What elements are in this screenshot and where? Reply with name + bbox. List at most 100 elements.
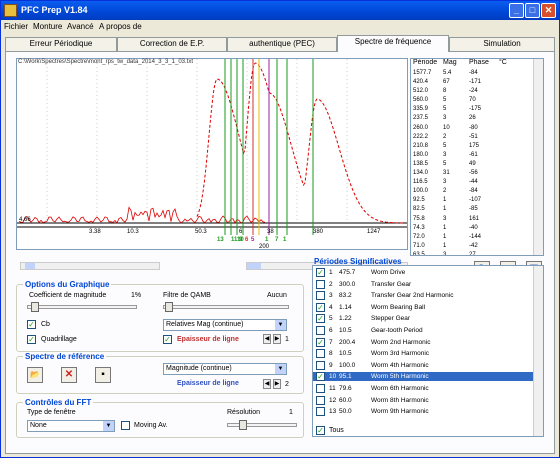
- magnitude-slider[interactable]: [27, 305, 137, 309]
- spectrum-graph[interactable]: C:\Work\Spectres\Spectre\mont_rps_tw_dat…: [16, 58, 408, 250]
- periode-row[interactable]: ✓ 7 200.4 Worm 2nd Harmonic: [313, 337, 535, 347]
- import-icon[interactable]: 📂: [27, 367, 43, 383]
- epaisseur-spin-right[interactable]: ▶: [273, 334, 281, 344]
- quadrillage-checkbox[interactable]: ✓: [27, 335, 36, 344]
- table-row[interactable]: 237.5 3 26: [411, 114, 543, 123]
- table-row[interactable]: 138.5 5 49: [411, 160, 543, 169]
- table-row[interactable]: 63.5 3 27: [411, 251, 543, 255]
- table-row[interactable]: 1577.7 5.4 -84: [411, 69, 543, 78]
- periode-checkbox[interactable]: ✓: [316, 372, 325, 382]
- periode-checkbox[interactable]: [316, 360, 325, 370]
- table-cell: 26: [469, 115, 476, 122]
- periode-row[interactable]: 8 10.5 Worm 3rd Harmonic: [313, 349, 535, 359]
- cb-checkbox[interactable]: ✓: [27, 320, 36, 329]
- cb-label: Cb: [41, 321, 50, 328]
- spectre-spin-left[interactable]: ◀: [263, 379, 271, 389]
- periode-checkbox[interactable]: ✓: [316, 302, 325, 312]
- table-cell: -171: [469, 79, 482, 86]
- periode-checkbox[interactable]: ✓: [316, 337, 325, 347]
- filtre-value: Aucun: [267, 292, 287, 299]
- filtre-slider[interactable]: [163, 305, 289, 309]
- magnitude-thumb[interactable]: [31, 302, 39, 312]
- tab-1[interactable]: Correction de E.P.: [117, 37, 227, 51]
- fenetre-select[interactable]: None ▼: [27, 420, 115, 432]
- periode-row[interactable]: ✓ 10 95.1 Worm 5th Harmonic: [313, 372, 535, 382]
- close-button[interactable]: ✕: [541, 3, 556, 18]
- periode-row[interactable]: 2 300.0 Transfer Gear: [313, 279, 535, 289]
- table-row[interactable]: 82.5 1 -85: [411, 205, 543, 214]
- menu-fichier[interactable]: Fichier: [4, 22, 28, 31]
- table-cell: [499, 205, 525, 214]
- periode-d: Worm 8th Harmonic: [371, 396, 429, 404]
- periode-checkbox[interactable]: ✓: [316, 268, 325, 277]
- periode-checkbox[interactable]: [316, 326, 325, 335]
- spectre-select[interactable]: Magnitude (continue) ▼: [163, 363, 287, 375]
- table-cell: [499, 187, 525, 196]
- periode-checkbox[interactable]: [316, 349, 325, 359]
- table-row[interactable]: 71.0 1 -42: [411, 242, 543, 251]
- table-row[interactable]: 92.5 1 -107: [411, 196, 543, 205]
- table-cell: 5: [443, 160, 447, 167]
- periode-checkbox[interactable]: [316, 384, 325, 393]
- graph-hscroll-left[interactable]: [20, 262, 160, 270]
- periode-row[interactable]: 13 50.0 Worm 9th Harmonic: [313, 407, 535, 417]
- periodes-vscroll[interactable]: [533, 266, 543, 436]
- epaisseur-checkbox[interactable]: ✓: [163, 335, 172, 344]
- table-row[interactable]: 180.0 3 -61: [411, 151, 543, 160]
- periode-row[interactable]: 9 100.0 Worm 4th Harmonic: [313, 360, 535, 370]
- maximize-button[interactable]: □: [525, 3, 540, 18]
- spectre-ref-group: Spectre de référence 📂 ✕ ▪ Magnitude (co…: [16, 352, 304, 394]
- resolution-thumb[interactable]: [239, 420, 247, 430]
- periode-row[interactable]: ✓ 5 1.22 Stepper Gear: [313, 314, 535, 324]
- marker-label: 1: [265, 237, 269, 243]
- disk-icon[interactable]: ▪: [95, 367, 111, 383]
- periode-row[interactable]: 6 10.5 Gear-tooth Period: [313, 326, 535, 335]
- table-row[interactable]: 260.0 10 -80: [411, 124, 543, 133]
- table-row[interactable]: 512.0 8 -24: [411, 87, 543, 96]
- periode-row[interactable]: ✓ 1 475.7 Worm Drive: [313, 268, 535, 277]
- table-cell: [499, 196, 525, 205]
- x-tick-label: 50.3: [195, 229, 207, 235]
- filtre-thumb[interactable]: [165, 302, 173, 312]
- periode-checkbox[interactable]: [316, 407, 325, 417]
- periode-checkbox[interactable]: [316, 395, 325, 405]
- table-row[interactable]: 335.9 5 -175: [411, 105, 543, 114]
- relative-select[interactable]: Relatives Mag (continue) ▼: [163, 319, 287, 331]
- table-row[interactable]: 75.8 3 161: [411, 215, 543, 224]
- table-row[interactable]: 210.8 5 175: [411, 142, 543, 151]
- periode-row[interactable]: 11 79.6 Worm 6th Harmonic: [313, 384, 535, 393]
- periode-row[interactable]: ✓ 4 1.14 Worm Bearing Ball: [313, 302, 535, 312]
- tab-4[interactable]: Simulation: [449, 37, 555, 51]
- moving-checkbox[interactable]: [121, 421, 130, 430]
- periode-row[interactable]: 3 83.2 Transfer Gear 2nd Harmonic: [313, 291, 535, 301]
- periode-checkbox[interactable]: ✓: [316, 314, 325, 324]
- tab-0[interactable]: Erreur Périodique: [5, 37, 117, 51]
- table-row[interactable]: 420.4 67 -171: [411, 78, 543, 87]
- title-bar[interactable]: PFC Prep V1.84 _ □ ✕: [1, 1, 559, 20]
- period-list[interactable]: Période Mag Phase °C 1577.7 5.4 -84 420.4 67 -17…: [410, 58, 544, 256]
- menu-monture[interactable]: Monture: [33, 22, 62, 31]
- delete-icon[interactable]: ✕: [61, 367, 77, 383]
- spectre-spin-right[interactable]: ▶: [273, 379, 281, 389]
- tab-2[interactable]: authentique (PEC): [227, 37, 337, 51]
- periode-row[interactable]: 12 60.0 Worm 8th Harmonic: [313, 395, 535, 405]
- periode-checkbox[interactable]: [316, 279, 325, 289]
- tab-3[interactable]: Spectre de fréquence: [337, 35, 449, 52]
- periodes-list[interactable]: ✓ 1 475.7 Worm Drive 2 300.0 Transfer Gear 3 83.…: [312, 265, 544, 437]
- menu-apropos[interactable]: A propos de: [99, 22, 142, 31]
- table-row[interactable]: 74.3 1 -40: [411, 224, 543, 233]
- minimize-button[interactable]: _: [509, 3, 524, 18]
- table-row[interactable]: 72.0 1 -144: [411, 233, 543, 242]
- list-vscroll[interactable]: [533, 59, 543, 255]
- table-row[interactable]: 560.0 5 70: [411, 96, 543, 105]
- table-row[interactable]: 134.0 31 -56: [411, 169, 543, 178]
- epaisseur-spin-left[interactable]: ◀: [263, 334, 271, 344]
- table-row[interactable]: 222.2 2 -51: [411, 133, 543, 142]
- resolution-slider[interactable]: [227, 423, 297, 427]
- tous-checkbox[interactable]: ✓: [316, 426, 325, 435]
- table-row[interactable]: 100.0 2 -84: [411, 187, 543, 196]
- marker-label: 1: [283, 237, 287, 243]
- menu-avance[interactable]: Avancé: [67, 22, 94, 31]
- periode-checkbox[interactable]: [316, 291, 325, 301]
- table-row[interactable]: 116.5 3 -44: [411, 178, 543, 187]
